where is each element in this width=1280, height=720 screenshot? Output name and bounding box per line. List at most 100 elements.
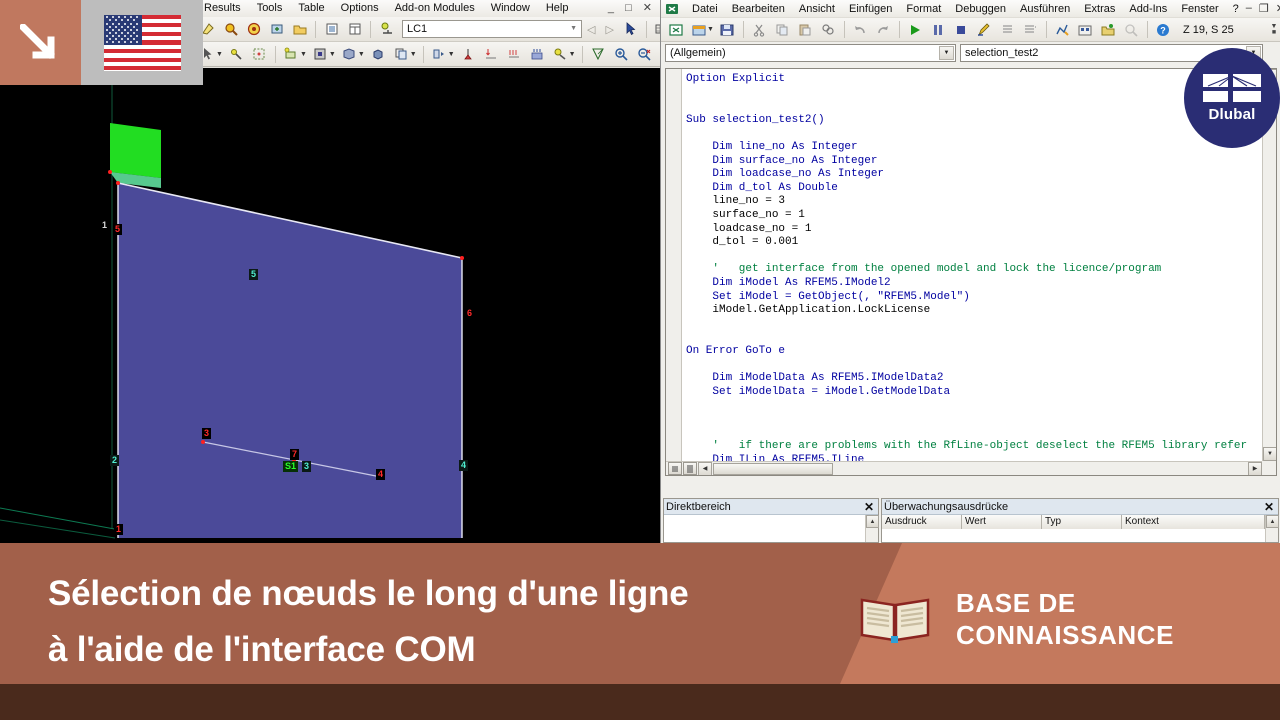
- toolbar-overflow-grip[interactable]: ▼ ■: [1268, 19, 1280, 41]
- vba-source-code[interactable]: Option Explicit Sub selection_test2() Di…: [686, 73, 1262, 475]
- vba-menu-format[interactable]: Format: [899, 3, 948, 15]
- table-list-icon[interactable]: [321, 19, 342, 40]
- watch-col-typ[interactable]: Typ: [1042, 515, 1122, 529]
- rfem-3d-viewport[interactable]: 1 5 5 6 2 4 3 7 S1 3 4 1: [0, 68, 660, 543]
- mirror-icon[interactable]: [429, 44, 450, 65]
- copy-object-icon[interactable]: [391, 44, 412, 65]
- load-surface-icon[interactable]: [527, 44, 548, 65]
- zoom-out-icon[interactable]: [634, 44, 655, 65]
- restore-icon[interactable]: ❐: [1259, 2, 1269, 15]
- load-member-icon[interactable]: [504, 44, 525, 65]
- object-combo[interactable]: (Allgemein) ▼: [665, 44, 956, 62]
- watch-window-scrollbar[interactable]: ▲: [1265, 515, 1279, 542]
- rfem-menu-results[interactable]: Results: [196, 0, 249, 17]
- svg-text:?: ?: [1161, 25, 1167, 35]
- vba-menu-bearbeiten[interactable]: Bearbeiten: [725, 3, 792, 15]
- rfem-menu-window[interactable]: Window: [483, 0, 538, 17]
- node-snap-icon[interactable]: [226, 44, 247, 65]
- undo-icon[interactable]: [850, 19, 871, 40]
- pointer-icon[interactable]: [620, 19, 641, 40]
- close-icon[interactable]: ✕: [864, 501, 876, 513]
- table-grid-icon[interactable]: [344, 19, 365, 40]
- vba-menu-einfuegen[interactable]: Einfügen: [842, 3, 899, 15]
- watch-col-wert[interactable]: Wert: [962, 515, 1042, 529]
- mesh-view-icon[interactable]: [652, 19, 660, 40]
- vba-menu-fenster[interactable]: Fenster: [1174, 3, 1225, 15]
- rfem-menu-help[interactable]: Help: [538, 0, 577, 17]
- immediate-window-body[interactable]: ▲: [664, 515, 879, 542]
- member-icon[interactable]: [281, 44, 302, 65]
- chevron-down-icon[interactable]: ▼: [939, 46, 954, 60]
- scroll-right-button[interactable]: ▶: [1248, 461, 1262, 475]
- watch-window-body[interactable]: Ausdruck Wert Typ Kontext ▲: [882, 515, 1279, 542]
- support-icon[interactable]: [458, 44, 479, 65]
- help-icon[interactable]: ?: [1153, 19, 1174, 40]
- watch-col-ausdruck[interactable]: Ausdruck: [882, 515, 962, 529]
- banner-bottom-bar: [0, 684, 1280, 720]
- vba-menu-extras[interactable]: Extras: [1077, 3, 1122, 15]
- load-icon[interactable]: [376, 19, 397, 40]
- toggle-folders-icon[interactable]: [1098, 19, 1119, 40]
- rfem-window-buttons[interactable]: _ □ ✕: [608, 1, 656, 14]
- rfem-menu-options[interactable]: Options: [333, 0, 387, 17]
- rfem-menu-tools[interactable]: Tools: [249, 0, 291, 17]
- zoom-search-icon[interactable]: [220, 19, 241, 40]
- line-label-4: 4: [459, 460, 469, 471]
- open-folder-icon[interactable]: [289, 19, 310, 40]
- toolbox-icon[interactable]: [1075, 19, 1096, 40]
- scroll-up-button[interactable]: ▲: [1266, 515, 1279, 528]
- stop-icon[interactable]: [951, 19, 972, 40]
- redo-icon[interactable]: [873, 19, 894, 40]
- code-horizontal-scrollbar[interactable]: ◀ ▶: [666, 461, 1262, 475]
- box-icon[interactable]: [368, 44, 389, 65]
- insert-userform-icon[interactable]: [688, 19, 709, 40]
- close-icon[interactable]: ✕: [1264, 501, 1276, 513]
- view-excel-icon[interactable]: [665, 19, 686, 40]
- load-case-combo[interactable]: LC1 ▼: [402, 20, 582, 38]
- vba-menu-addins[interactable]: Add-Ins: [1122, 3, 1174, 15]
- vba-menu-debuggen[interactable]: Debuggen: [948, 3, 1013, 15]
- vba-menu-help[interactable]: ?: [1226, 3, 1246, 15]
- find-icon[interactable]: [818, 19, 839, 40]
- code-editor-pane[interactable]: Option Explicit Sub selection_test2() Di…: [665, 68, 1277, 476]
- properties-window-icon[interactable]: [1020, 19, 1041, 40]
- chevron-down-icon[interactable]: ▼: [570, 21, 581, 37]
- vba-menu-ansicht[interactable]: Ansicht: [792, 3, 842, 15]
- vba-menu-ausfuehren[interactable]: Ausführen: [1013, 3, 1077, 15]
- object-browser-icon[interactable]: [1052, 19, 1073, 40]
- import-icon[interactable]: [266, 19, 287, 40]
- surface-icon[interactable]: [310, 44, 331, 65]
- watch-col-kontext[interactable]: Kontext: [1122, 515, 1265, 529]
- run-icon[interactable]: [905, 19, 926, 40]
- full-module-view-icon[interactable]: [683, 462, 697, 475]
- copy-icon[interactable]: [772, 19, 793, 40]
- solid-icon[interactable]: [339, 44, 360, 65]
- paste-icon[interactable]: [795, 19, 816, 40]
- save-icon[interactable]: [717, 19, 738, 40]
- pause-icon[interactable]: [928, 19, 949, 40]
- next-case-button[interactable]: ▷: [600, 23, 618, 36]
- procedure-view-icon[interactable]: [668, 462, 682, 475]
- mesh-icon[interactable]: [588, 44, 609, 65]
- target-icon[interactable]: [243, 19, 264, 40]
- prev-case-button[interactable]: ◁: [582, 23, 600, 36]
- watch-icon[interactable]: [1121, 19, 1142, 40]
- close-icon[interactable]: ✕: [1276, 2, 1280, 15]
- design-mode-icon[interactable]: [974, 19, 995, 40]
- scroll-down-button[interactable]: ▼: [1263, 447, 1276, 461]
- cut-icon[interactable]: [749, 19, 770, 40]
- assign-icon[interactable]: [550, 44, 571, 65]
- vba-menu-datei[interactable]: Datei: [685, 3, 725, 15]
- rfem-menu-table[interactable]: Table: [290, 0, 332, 17]
- minimize-icon[interactable]: –: [1246, 2, 1252, 15]
- vba-window-buttons: – ❐ ✕: [1246, 2, 1280, 15]
- immediate-window-scrollbar[interactable]: ▲: [865, 515, 879, 542]
- scroll-left-button[interactable]: ◀: [698, 461, 712, 475]
- grid-icon[interactable]: [249, 44, 270, 65]
- scroll-up-button[interactable]: ▲: [866, 515, 879, 528]
- rfem-menu-addon-modules[interactable]: Add-on Modules: [387, 0, 483, 17]
- zoom-in-icon[interactable]: [611, 44, 632, 65]
- horizontal-scroll-thumb[interactable]: [713, 462, 833, 475]
- load-node-icon[interactable]: [481, 44, 502, 65]
- project-explorer-icon[interactable]: [997, 19, 1018, 40]
